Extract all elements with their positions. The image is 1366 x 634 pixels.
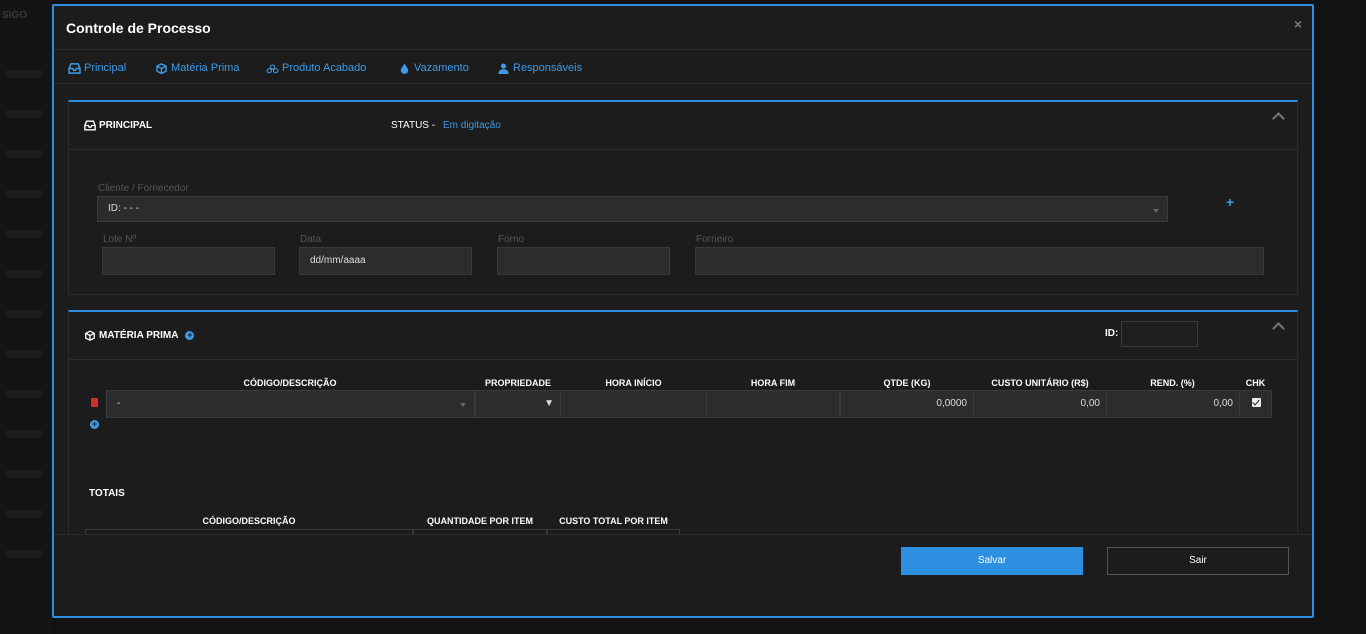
background-menu-item xyxy=(6,70,42,78)
totais-header-codigo: CÓDIGO/DESCRIÇÃO xyxy=(202,516,296,526)
principal-title: PRINCIPAL xyxy=(84,120,152,131)
background-sidebar: SIGO xyxy=(0,0,52,634)
rend-input[interactable]: 0,00 xyxy=(1106,390,1240,418)
modal-title: Controle de Processo xyxy=(66,20,211,36)
inbox-icon xyxy=(84,120,96,131)
background-menu-item xyxy=(6,230,42,238)
add-materia-prima-icon[interactable]: + xyxy=(185,331,195,340)
forneiro-input[interactable] xyxy=(695,247,1264,275)
totais-label: TOTAIS xyxy=(89,488,125,499)
trash-icon[interactable] xyxy=(91,398,98,407)
id-input[interactable] xyxy=(1121,321,1198,347)
status-value: Em digitação xyxy=(443,120,501,131)
panel-title-text: MATÉRIA PRIMA xyxy=(99,330,179,341)
user-icon xyxy=(498,62,509,74)
col-header-propriedade: PROPRIEDADE xyxy=(484,378,551,388)
add-cliente-button[interactable]: + xyxy=(1226,194,1234,210)
tab-label: Responsáveis xyxy=(513,62,583,74)
row-checkbox[interactable] xyxy=(1252,398,1261,407)
col-header-hora-fim: HORA FIM xyxy=(750,378,796,388)
forneiro-label: Forneiro xyxy=(696,234,734,245)
col-header-hora-inicio: HORA INÍCIO xyxy=(605,378,662,388)
col-header-custo: CUSTO UNITÁRIO (R$) xyxy=(991,378,1089,388)
col-header-rend: REND. (%) xyxy=(1150,378,1195,388)
forno-label: Forno xyxy=(498,234,525,245)
drop-icon xyxy=(400,62,409,74)
tab-materia-prima[interactable]: Matéria Prima xyxy=(155,62,239,74)
add-row-icon[interactable]: + xyxy=(90,420,99,429)
codigo-select[interactable]: - xyxy=(106,390,475,418)
background-menu-item xyxy=(6,350,42,358)
chevron-down-icon: ▼ xyxy=(544,398,554,409)
tab-responsaveis[interactable]: Responsáveis xyxy=(497,62,582,74)
lote-input[interactable] xyxy=(102,247,275,275)
propriedade-select[interactable]: ▼ xyxy=(475,390,561,418)
tab-vazamento[interactable]: Vazamento xyxy=(398,62,469,74)
background-menu-item xyxy=(6,470,42,478)
tab-principal[interactable]: Principal xyxy=(68,62,126,74)
cubes-icon xyxy=(266,63,279,73)
background-menu-item xyxy=(6,150,42,158)
modal-header: Controle de Processo × xyxy=(54,6,1312,50)
background-menu-item xyxy=(6,390,42,398)
background-menu-item xyxy=(6,430,42,438)
cliente-select-value: ID: - - - xyxy=(108,203,140,214)
cube-icon xyxy=(85,330,95,341)
principal-panel: PRINCIPAL STATUS - Em digitação Cliente … xyxy=(68,100,1298,295)
totais-header-quantidade: QUANTIDADE POR ITEM xyxy=(426,516,533,526)
custo-input[interactable]: 0,00 xyxy=(973,390,1107,418)
materia-prima-panel-header: MATÉRIA PRIMA + ID: xyxy=(69,312,1297,360)
materia-prima-title: MATÉRIA PRIMA + xyxy=(84,330,195,341)
background-menu-item xyxy=(6,270,42,278)
hora-fim-input[interactable] xyxy=(706,390,840,418)
modal-footer: Salvar Sair xyxy=(54,534,1312,616)
cliente-label: Cliente / Fornecedor xyxy=(98,183,189,194)
cube-icon xyxy=(156,62,167,74)
app-logo: SIGO xyxy=(2,10,28,21)
cliente-select[interactable]: ID: - - - xyxy=(97,196,1168,222)
forno-input[interactable] xyxy=(497,247,670,275)
chevron-down-icon xyxy=(1153,209,1159,213)
qtde-input[interactable]: 0,0000 xyxy=(840,390,974,418)
tab-produto-acabado[interactable]: Produto Acabado xyxy=(266,62,366,74)
col-header-qtde: QTDE (KG) xyxy=(883,378,931,388)
codigo-select-value: - xyxy=(117,398,121,409)
close-button[interactable]: × xyxy=(1294,16,1302,32)
panel-title-text: PRINCIPAL xyxy=(99,120,153,131)
background-menu-item xyxy=(6,510,42,518)
materia-prima-panel: MATÉRIA PRIMA + ID: CÓDIGO/DESCRIÇÃO PRO… xyxy=(68,310,1298,534)
background-menu-item xyxy=(6,310,42,318)
background-menu-item xyxy=(6,190,42,198)
totais-header-custo: CUSTO TOTAL POR ITEM xyxy=(559,516,668,526)
data-input[interactable]: dd/mm/aaaa xyxy=(299,247,472,275)
collapse-chevron-icon[interactable] xyxy=(1272,112,1285,125)
chevron-down-icon xyxy=(460,403,466,407)
tab-label: Principal xyxy=(84,62,127,74)
data-label: Data xyxy=(300,234,322,245)
save-button[interactable]: Salvar xyxy=(901,547,1083,575)
tab-label: Produto Acabado xyxy=(282,62,367,74)
inbox-icon xyxy=(68,62,81,74)
hora-inicio-input[interactable] xyxy=(560,390,707,418)
background-menu-item xyxy=(6,110,42,118)
modal-body: PRINCIPAL STATUS - Em digitação Cliente … xyxy=(54,86,1312,534)
tab-bar: Principal Matéria Prima Produto Acabado … xyxy=(54,50,1312,84)
process-control-modal: Controle de Processo × Principal Matéria… xyxy=(52,4,1314,618)
background-menu-item xyxy=(6,550,42,558)
principal-panel-header: PRINCIPAL STATUS - Em digitação xyxy=(69,102,1297,150)
col-header-chk: CHK xyxy=(1245,378,1266,388)
status-label: STATUS - xyxy=(391,120,436,131)
col-header-codigo: CÓDIGO/DESCRIÇÃO xyxy=(243,378,337,388)
exit-button[interactable]: Sair xyxy=(1107,547,1289,575)
tab-label: Matéria Prima xyxy=(171,62,240,74)
lote-label: Lote Nº xyxy=(103,234,137,245)
tab-label: Vazamento xyxy=(414,62,469,74)
collapse-chevron-icon[interactable] xyxy=(1272,322,1285,335)
id-label: ID: xyxy=(1105,328,1119,339)
